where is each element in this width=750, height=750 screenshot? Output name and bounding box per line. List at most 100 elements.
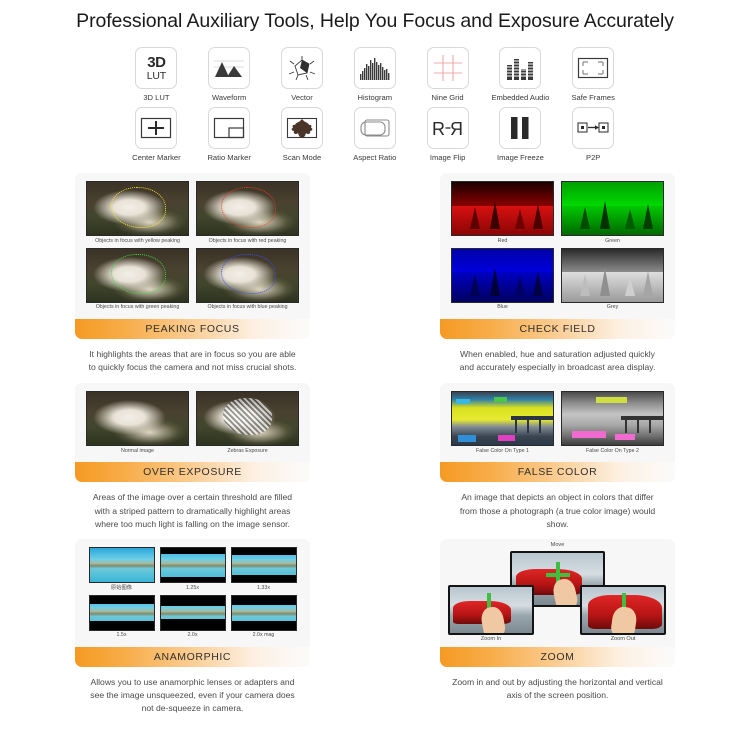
icon-cell-safe-frames[interactable]: Safe Frames <box>557 47 630 101</box>
thumbnail: False Color On Type 1 <box>451 391 554 458</box>
icon-cell-image-freeze[interactable]: Image Freeze <box>484 107 557 161</box>
card-check-field: Red Green Blue Grey CHECK FIELD <box>440 173 675 339</box>
card-banner: ZOOM <box>440 647 675 668</box>
thumbnail-image-15x <box>88 594 155 631</box>
card-body: Normal image Zebras Exposure <box>75 383 310 462</box>
embedded-audio-icon <box>499 47 542 89</box>
card-peaking-focus: Objects in focus with yellow peaking Obj… <box>75 173 310 339</box>
monitor-zoom-in <box>448 585 534 636</box>
thumbnail-caption: 1.5x <box>116 632 127 639</box>
icon-cell-image-flip[interactable]: R R Image Flip <box>411 107 484 161</box>
icon-label: Aspect Ratio <box>353 152 397 162</box>
thumbnail-image-blue-field <box>451 247 554 303</box>
thumbnail: Objects in focus with red peaking <box>196 181 299 248</box>
icon-label: Embedded Audio <box>491 92 550 102</box>
card-banner: CHECK FIELD <box>440 318 675 339</box>
icon-label: 3D LUT <box>143 92 170 102</box>
icon-cell-vector[interactable]: Vector <box>266 47 339 101</box>
thumbnail-image-yellow-peaking <box>86 181 189 237</box>
thumbnail-image-false-color-2 <box>561 391 664 447</box>
thumbnail-caption: Objects in focus with red peaking <box>208 237 287 244</box>
thumbnail: Objects in focus with green peaking <box>86 247 189 315</box>
icon-cell-ratio-marker[interactable]: Ratio Marker <box>193 107 266 161</box>
card-body: False Color On Type 1 False Color On Typ… <box>440 383 675 462</box>
thumbnail-image-false-color-1 <box>451 391 554 447</box>
thumbnail-caption: 1.25x <box>186 584 199 591</box>
thumbnail-image-normal <box>86 391 189 447</box>
thumbnail: 2.0x mag <box>230 594 297 643</box>
card-description: Allows you to use anamorphic lenses or a… <box>90 676 295 714</box>
thumbnail-image-133x <box>230 547 297 584</box>
icon-cell-histogram[interactable]: Histogram <box>338 47 411 101</box>
icon-cell-waveform[interactable]: Waveform <box>193 47 266 101</box>
thumbnail-row: 1.5x 2.0x 2.0x mag <box>82 594 303 643</box>
card-banner: FALSE COLOR <box>440 462 675 483</box>
card-body: Red Green Blue Grey <box>440 173 675 319</box>
icon-cell-scan-mode[interactable]: Scan Mode <box>266 107 339 161</box>
thumbnail-caption: Red <box>497 237 508 244</box>
product-feature-page: Professional Auxiliary Tools, Help You F… <box>0 0 750 750</box>
thumbnail-image-red-field <box>451 181 554 237</box>
p2p-icon <box>572 107 615 150</box>
thumbnail-image-red-peaking <box>196 181 299 237</box>
feature-icon-grid: 3D LUT 3D LUT Waveform Vector Histogram … <box>120 47 630 167</box>
histogram-icon <box>353 47 396 89</box>
thumbnail-image-20x-mag <box>230 594 297 631</box>
thumbnail: Green <box>561 181 664 248</box>
card-body: Move Zoom In Zoom Out <box>440 539 675 647</box>
card-body: 原始图像 1.25x 1.33x 1.5x 2.0x 2.0x mag <box>75 539 310 647</box>
ratio-marker-icon <box>208 107 251 150</box>
icon-label: Histogram <box>357 92 393 102</box>
thumbnail-image-grey-field <box>561 247 664 303</box>
card-zoom: Move Zoom In Zoom Out ZOOM <box>440 539 675 668</box>
thumbnail-image-blue-peaking <box>196 247 299 303</box>
thumbnail: Blue <box>451 247 554 315</box>
thumbnail-caption: Grey <box>606 304 619 311</box>
thumbnail-image-zebra <box>196 391 299 447</box>
card-description: An image that depicts an object in color… <box>459 492 656 529</box>
icon-cell-aspect-ratio[interactable]: Aspect Ratio <box>338 107 411 161</box>
thumbnail-image-125x <box>159 547 226 584</box>
thumbnail-caption: Objects in focus with blue peaking <box>207 304 288 311</box>
icon-cell-embedded-audio[interactable]: Embedded Audio <box>484 47 557 101</box>
center-marker-icon <box>135 107 178 150</box>
image-freeze-icon <box>499 107 542 150</box>
thumbnail-row: Blue Grey <box>447 247 668 315</box>
thumbnail-caption: Objects in focus with yellow peaking <box>95 237 180 244</box>
thumbnail-caption: Move <box>550 542 565 549</box>
thumbnail: 2.0x <box>159 594 226 643</box>
monitor-zoom-out <box>580 585 666 636</box>
icon-cell-center-marker[interactable]: Center Marker <box>120 107 193 161</box>
thumbnail: Zebras Exposure <box>196 391 299 458</box>
thumbnail-caption: Objects in focus with green peaking <box>95 304 180 311</box>
thumbnail: 1.5x <box>88 594 155 643</box>
icon-label: Safe Frames <box>571 92 615 102</box>
icon-label: Image Flip <box>429 152 466 162</box>
thumbnail-row: Red Green <box>447 181 668 248</box>
aspect-ratio-icon <box>353 107 396 150</box>
icon-cell-p2p[interactable]: P2P <box>557 107 630 161</box>
thumbnail: Grey <box>561 247 664 315</box>
3d-lut-icon: 3D LUT <box>135 47 178 89</box>
3d-lut-glyph-top: 3D <box>147 53 166 71</box>
thumbnail-image-green-peaking <box>86 247 189 303</box>
card-banner: ANAMORPHIC <box>75 646 310 667</box>
thumbnail-caption: 1.33x <box>257 584 270 591</box>
thumbnail-caption: False Color On Type 2 <box>586 447 639 454</box>
vector-scope-icon <box>280 47 323 89</box>
thumbnail: Objects in focus with blue peaking <box>196 247 299 315</box>
thumbnail-row: 原始图像 1.25x 1.33x <box>82 547 303 595</box>
icon-cell-nine-grid[interactable]: Nine Grid <box>411 47 484 101</box>
thumbnail-image-green-field <box>561 181 664 237</box>
thumbnail-caption: Blue <box>497 304 508 311</box>
thumbnail: False Color On Type 2 <box>561 391 664 458</box>
page-title: Professional Auxiliary Tools, Help You F… <box>76 10 674 32</box>
card-body: Objects in focus with yellow peaking Obj… <box>75 173 310 319</box>
icon-label: Scan Mode <box>282 152 322 162</box>
icon-cell-3d-lut[interactable]: 3D LUT 3D LUT <box>120 47 193 101</box>
thumbnail-caption: Zoom In <box>480 636 502 643</box>
icon-label: Vector <box>291 92 313 102</box>
thumbnail: Objects in focus with yellow peaking <box>86 181 189 248</box>
svg-text:R: R <box>432 119 445 139</box>
icon-label: P2P <box>586 152 601 162</box>
